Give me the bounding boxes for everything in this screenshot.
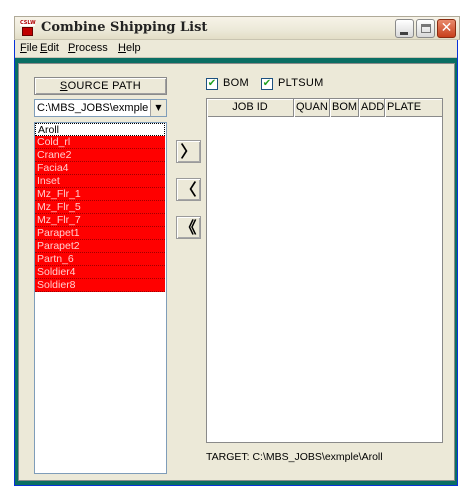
- column-job-id[interactable]: JOB ID: [207, 99, 294, 117]
- source-list-item[interactable]: Mz_Flr_5: [35, 201, 165, 214]
- maximize-icon: [421, 24, 431, 33]
- chevron-down-icon[interactable]: ▼: [150, 100, 166, 116]
- app-icon-body: [22, 27, 33, 36]
- main-window: CSLW Combine Shipping List ✕ File Edit P…: [14, 16, 460, 486]
- menu-edit[interactable]: Edit: [40, 42, 59, 54]
- source-list-item[interactable]: Inset: [35, 175, 165, 188]
- column-plate[interactable]: PLATE: [385, 99, 442, 117]
- app-icon-text: CSLW: [20, 20, 36, 26]
- remove-all-jobs-button[interactable]: 《: [176, 216, 201, 239]
- remove-job-button[interactable]: 〈: [176, 178, 201, 201]
- pltsum-checkbox-label: PLTSUM: [278, 77, 324, 89]
- target-path-label: TARGET: C:\MBS_JOBS\exmple\Aroll: [206, 451, 383, 463]
- window-title: Combine Shipping List: [41, 20, 208, 35]
- client-area: SOURCE PATH C:\MBS_JOBS\exmple ▼ Aroll Co…: [18, 63, 455, 481]
- minimize-icon: [400, 32, 408, 35]
- source-list-item[interactable]: Crane2: [35, 149, 165, 162]
- source-path-combo[interactable]: C:\MBS_JOBS\exmple ▼: [34, 99, 167, 117]
- close-icon: ✕: [440, 20, 453, 36]
- minimize-button[interactable]: [395, 19, 414, 38]
- menu-process[interactable]: Process: [68, 42, 108, 54]
- source-list-item[interactable]: Mz_Flr_7: [35, 214, 165, 227]
- menu-bar: File Edit Process Help: [15, 40, 457, 58]
- column-quan[interactable]: QUAN: [294, 99, 330, 117]
- add-job-button[interactable]: 〉: [176, 140, 201, 163]
- source-list-item[interactable]: Soldier4: [35, 266, 165, 279]
- source-list-item[interactable]: Mz_Flr_1: [35, 188, 165, 201]
- close-button[interactable]: ✕: [437, 19, 456, 38]
- source-list-item[interactable]: Facia4: [35, 162, 165, 175]
- source-list-item[interactable]: Soldier8: [35, 279, 165, 292]
- source-list-item[interactable]: Partn_6: [35, 253, 165, 266]
- target-job-grid[interactable]: JOB ID QUAN BOM ADD PLATE: [206, 98, 443, 443]
- source-path-button[interactable]: SOURCE PATH: [34, 77, 167, 95]
- source-list-item[interactable]: Parapet1: [35, 227, 165, 240]
- column-bom[interactable]: BOM: [330, 99, 359, 117]
- title-bar[interactable]: CSLW Combine Shipping List ✕: [14, 16, 460, 40]
- maximize-button[interactable]: [416, 19, 435, 38]
- menu-file[interactable]: File: [20, 42, 38, 54]
- menu-help[interactable]: Help: [118, 42, 141, 54]
- source-list-item[interactable]: Aroll: [35, 123, 165, 136]
- source-list-item[interactable]: Cold_rl: [35, 136, 165, 149]
- pltsum-check-icon[interactable]: ✔: [261, 78, 273, 90]
- source-list-item[interactable]: Parapet2: [35, 240, 165, 253]
- grid-header: JOB ID QUAN BOM ADD PLATE: [207, 99, 442, 117]
- column-add[interactable]: ADD: [359, 99, 385, 117]
- bom-check-icon[interactable]: ✔: [206, 78, 218, 90]
- bom-checkbox-label: BOM: [223, 77, 249, 89]
- app-icon: CSLW: [20, 20, 36, 36]
- source-job-list[interactable]: Aroll Cold_rl Crane2 Facia4 Inset Mz_Flr_1 Mz_…: [34, 122, 167, 474]
- source-path-value: C:\MBS_JOBS\exmple: [37, 102, 149, 114]
